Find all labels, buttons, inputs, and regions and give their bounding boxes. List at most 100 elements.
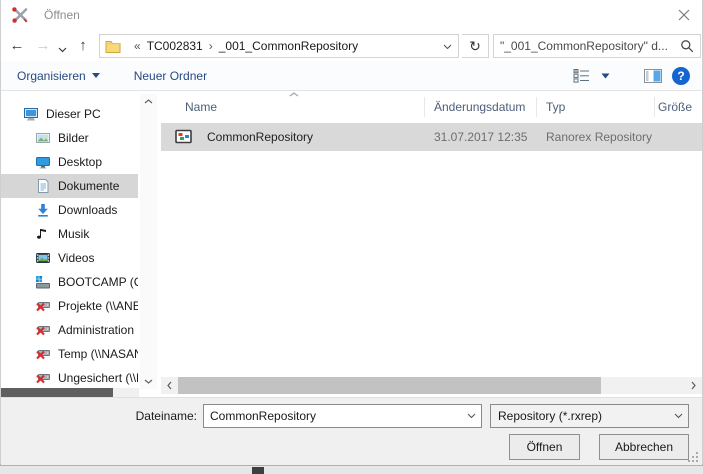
scroll-up-icon[interactable] xyxy=(140,94,157,109)
background-scrollbar-thumb xyxy=(252,467,264,474)
help-button[interactable]: ? xyxy=(672,67,690,85)
address-dropdown-button[interactable] xyxy=(443,44,452,50)
sidebar-item-label: Videos xyxy=(58,251,94,265)
views-button[interactable] xyxy=(573,69,591,83)
music-icon xyxy=(35,226,51,242)
command-bar: Organisieren Neuer Ordner xyxy=(1,61,702,91)
sidebar-item-label: Projekte (\\ANEX xyxy=(58,299,138,313)
list-scrollbar-thumb[interactable] xyxy=(178,377,601,394)
breadcrumb-separator[interactable]: › xyxy=(209,39,213,53)
search-box[interactable]: "_001_CommonRepository" d... xyxy=(493,34,701,58)
documents-icon xyxy=(35,178,51,194)
repository-file-icon xyxy=(175,129,193,145)
sidebar-item-bootcamp-drive[interactable]: BOOTCAMP (C:) xyxy=(1,270,138,294)
back-button[interactable]: ← xyxy=(7,33,27,57)
filetype-dropdown-icon[interactable] xyxy=(668,413,688,419)
resize-grip[interactable] xyxy=(688,452,698,462)
scroll-left-icon[interactable] xyxy=(161,377,178,394)
app-icon xyxy=(11,6,29,24)
column-header-type[interactable]: Typ xyxy=(546,92,565,122)
file-name: CommonRepository xyxy=(207,130,313,144)
refresh-icon: ↻ xyxy=(469,38,481,55)
computer-icon xyxy=(23,106,39,122)
new-folder-button[interactable]: Neuer Ordner xyxy=(134,69,207,83)
preview-pane-button[interactable] xyxy=(644,69,662,83)
open-dialog-window: Öffnen ← → ↑ « TC002831 › xyxy=(0,0,703,474)
address-bar[interactable]: « TC002831 › _001_CommonRepository xyxy=(99,34,459,58)
column-headers: Name Änderungsdatum Typ Größe xyxy=(161,92,702,122)
sidebar-item-label: Downloads xyxy=(58,203,117,217)
list-horizontal-scrollbar[interactable] xyxy=(161,377,702,394)
sidebar-vertical-scrollbar[interactable] xyxy=(140,94,157,389)
forward-button[interactable]: → xyxy=(33,33,53,57)
filename-label: Dateiname: xyxy=(111,409,197,423)
sidebar-item-bilder[interactable]: Bilder xyxy=(1,126,138,150)
breadcrumb-parent[interactable]: TC002831 xyxy=(147,39,203,53)
sidebar-item-label: Desktop xyxy=(58,155,102,169)
sidebar-item-dieser-pc[interactable]: Dieser PC xyxy=(1,102,138,126)
file-row[interactable]: CommonRepository 31.07.2017 12:35 Ranore… xyxy=(161,123,702,151)
details-view-icon xyxy=(573,69,591,83)
column-header-name[interactable]: Name xyxy=(185,92,217,122)
sidebar-item-musik[interactable]: Musik xyxy=(1,222,138,246)
breadcrumb-current[interactable]: _001_CommonRepository xyxy=(219,39,358,53)
pictures-icon xyxy=(35,130,51,146)
bootcamp-drive-icon xyxy=(35,274,51,290)
column-divider[interactable] xyxy=(424,97,425,117)
dialog-footer: Dateiname: Repository (*.rxrep) Öffnen A… xyxy=(1,397,702,465)
sidebar-item-ungesichert[interactable]: Ungesichert (\\N xyxy=(1,366,138,390)
column-header-size[interactable]: Größe xyxy=(658,92,692,122)
sidebar-item-projekte[interactable]: Projekte (\\ANEX xyxy=(1,294,138,318)
column-divider[interactable] xyxy=(536,97,537,117)
sidebar-item-label: Temp (\\NASAN xyxy=(58,347,138,361)
network-drive-disconnected-icon xyxy=(35,346,51,362)
file-list: Name Änderungsdatum Typ Größe CommonRepo… xyxy=(161,92,702,397)
organize-label: Organisieren xyxy=(17,69,86,83)
window-title: Öffnen xyxy=(44,8,80,22)
chevron-down-icon xyxy=(601,73,610,79)
column-header-modified[interactable]: Änderungsdatum xyxy=(434,92,525,122)
sidebar-item-administration[interactable]: Administration ( xyxy=(1,318,138,342)
sidebar-item-desktop[interactable]: Desktop xyxy=(1,150,138,174)
sidebar-item-dokumente[interactable]: Dokumente xyxy=(1,174,138,198)
titlebar[interactable]: Öffnen xyxy=(1,0,702,30)
chevron-down-icon xyxy=(443,44,452,50)
refresh-button[interactable]: ↻ xyxy=(462,34,489,58)
views-dropdown-button[interactable] xyxy=(601,73,610,79)
close-icon xyxy=(678,9,690,21)
sidebar-item-label: Bilder xyxy=(58,131,89,145)
organize-dropdown-icon xyxy=(92,73,100,78)
up-button[interactable]: ↑ xyxy=(73,33,93,57)
sidebar-item-temp[interactable]: Temp (\\NASAN xyxy=(1,342,138,366)
downloads-icon xyxy=(35,202,51,218)
file-modified-date: 31.07.2017 12:35 xyxy=(434,130,527,144)
filetype-dropdown[interactable]: Repository (*.rxrep) xyxy=(490,404,689,428)
organize-button[interactable]: Organisieren xyxy=(17,69,100,83)
sidebar-item-label: Dieser PC xyxy=(46,107,101,121)
sidebar-scrollbar-thumb[interactable] xyxy=(1,388,113,397)
desktop-icon xyxy=(35,154,51,170)
recent-locations-button[interactable] xyxy=(55,38,69,62)
filename-input[interactable] xyxy=(204,409,461,423)
sidebar-horizontal-scrollbar[interactable] xyxy=(1,388,139,397)
file-type: Ranorex Repository xyxy=(546,130,652,144)
help-icon: ? xyxy=(677,69,684,83)
navigation-pane: Dieser PC Bilder Desktop Dokumente xyxy=(1,92,161,397)
sidebar-item-videos[interactable]: Videos xyxy=(1,246,138,270)
search-input[interactable]: "_001_CommonRepository" d... xyxy=(500,39,680,53)
chevron-down-icon xyxy=(58,47,67,53)
breadcrumb-chevrons[interactable]: « xyxy=(134,39,141,53)
cancel-button[interactable]: Abbrechen xyxy=(599,434,689,460)
network-drive-disconnected-icon xyxy=(35,298,51,314)
scroll-right-icon[interactable] xyxy=(685,377,702,394)
column-divider[interactable] xyxy=(654,97,655,117)
scroll-down-icon[interactable] xyxy=(140,374,157,389)
filename-combobox[interactable] xyxy=(203,404,482,428)
filename-dropdown-icon[interactable] xyxy=(461,413,481,419)
close-button[interactable] xyxy=(672,4,696,26)
sidebar-item-downloads[interactable]: Downloads xyxy=(1,198,138,222)
back-icon: ← xyxy=(10,37,25,54)
sidebar-item-label: Musik xyxy=(58,227,89,241)
sidebar-item-label: BOOTCAMP (C:) xyxy=(58,275,138,289)
open-button[interactable]: Öffnen xyxy=(509,434,580,460)
